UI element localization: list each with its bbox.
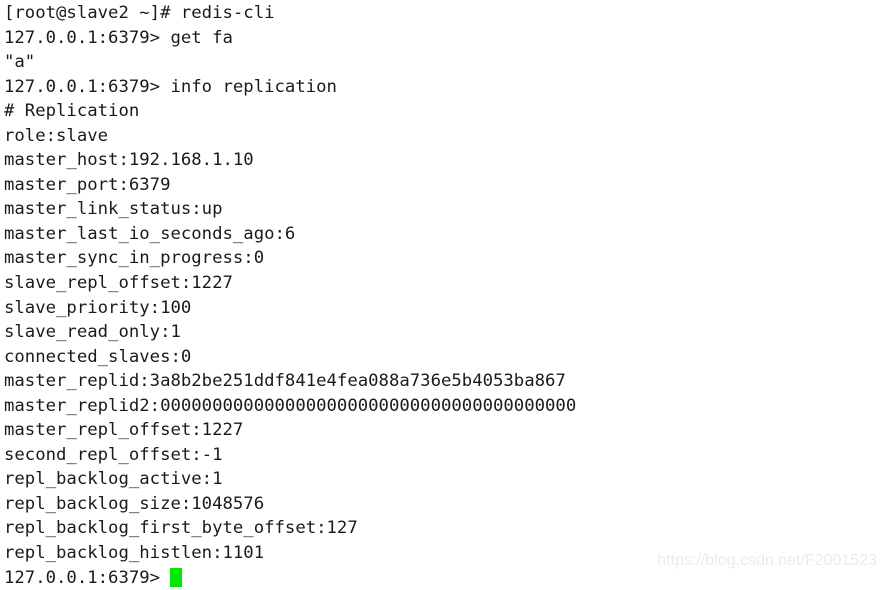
terminal-line: 127.0.0.1:6379> get fa	[4, 27, 233, 48]
terminal-line: master_replid:3a8b2be251ddf841e4fea088a7…	[4, 371, 566, 392]
prompt-label: 127.0.0.1:6379>	[4, 567, 161, 588]
terminal-line: repl_backlog_first_byte_offset:127	[4, 518, 358, 539]
terminal-line: repl_backlog_active:1	[4, 469, 223, 490]
cursor-block	[170, 568, 183, 588]
terminal-window[interactable]: [root@slave2 ~]# redis-cli 127.0.0.1:637…	[0, 0, 881, 588]
terminal-line: master_port:6379	[4, 174, 171, 195]
terminal-line: slave_repl_offset:1227	[4, 273, 233, 294]
terminal-line: slave_priority:100	[4, 297, 192, 318]
terminal-line: repl_backlog_size:1048576	[4, 493, 265, 514]
terminal-line: master_replid2:0000000000000000000000000…	[4, 395, 577, 416]
terminal-line: slave_read_only:1	[4, 322, 181, 343]
watermark: https://blog.csdn.net/F2001523	[657, 552, 877, 569]
terminal-line: master_link_status:up	[4, 199, 223, 220]
terminal-line: "a"	[4, 52, 36, 73]
terminal-line: connected_slaves:0	[4, 346, 192, 367]
terminal-line: master_host:192.168.1.10	[4, 150, 254, 171]
terminal-line: second_repl_offset:-1	[4, 444, 223, 465]
terminal-line: [root@slave2 ~]# redis-cli	[4, 3, 275, 23]
terminal-line: master_last_io_seconds_ago:6	[4, 223, 296, 244]
terminal-line: 127.0.0.1:6379> info replication	[4, 76, 337, 97]
terminal-line: role:slave	[4, 125, 109, 146]
terminal-line: master_sync_in_progress:0	[4, 248, 265, 269]
terminal-line: # Replication	[4, 101, 140, 122]
terminal-line: master_repl_offset:1227	[4, 420, 244, 441]
